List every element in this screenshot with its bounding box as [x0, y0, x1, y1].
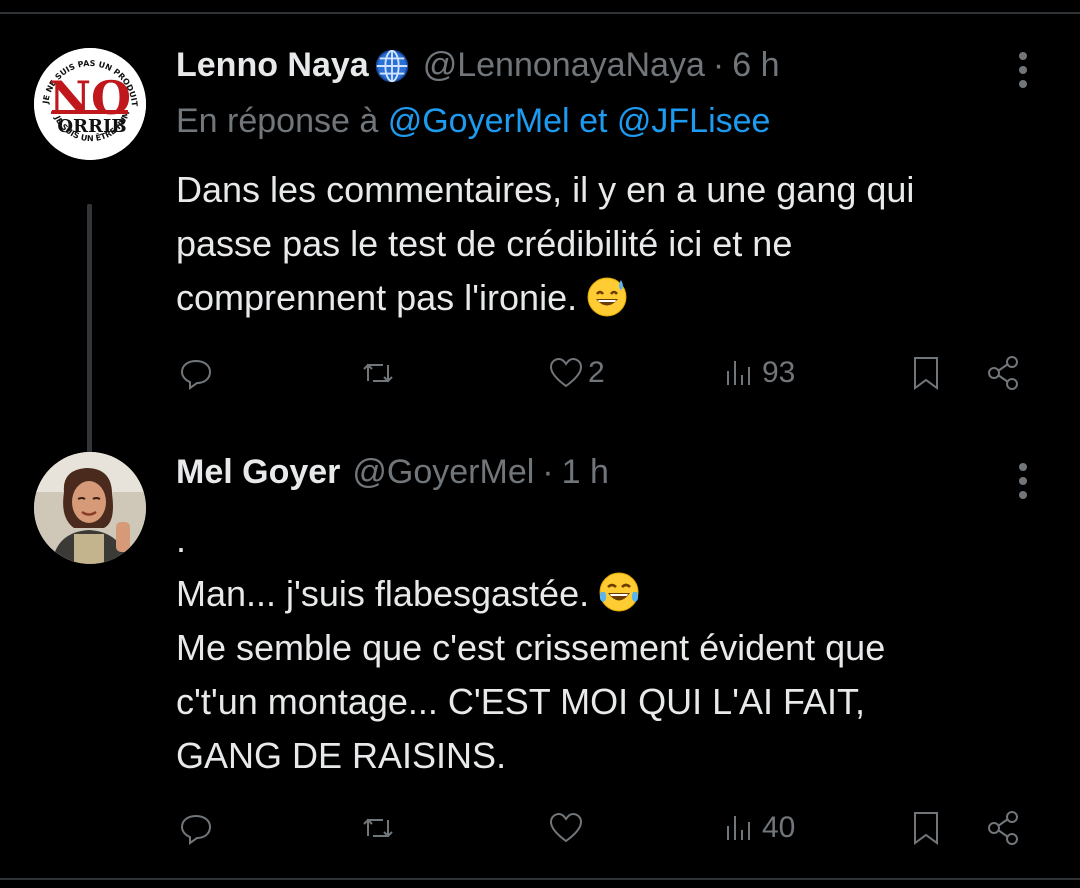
thread-connector	[87, 204, 92, 480]
share-icon	[988, 811, 1018, 845]
reply-prefix: En réponse à	[176, 102, 379, 140]
retweet-button[interactable]	[358, 348, 398, 398]
bookmark-button[interactable]	[906, 803, 946, 853]
views-count: 40	[762, 811, 796, 844]
reply-user-link[interactable]: @GoyerMel	[388, 102, 570, 140]
retweet-icon	[363, 818, 393, 838]
analytics-icon	[727, 361, 750, 385]
bookmark-icon	[914, 812, 938, 845]
share-icon	[988, 356, 1018, 390]
analytics-icon	[727, 816, 750, 840]
retweet-button[interactable]	[358, 803, 398, 853]
avatar-sub-text: ORRIB	[57, 116, 126, 137]
retweet-icon	[363, 363, 393, 383]
tweet-header: Mel Goyer @GoyerMel · 1 h	[176, 453, 609, 492]
like-count: 2	[588, 356, 605, 389]
user-handle[interactable]: @GoyerMel	[352, 453, 534, 492]
tweet-text: . Man... j'suis flabesgastée. Me semble …	[176, 513, 1056, 783]
avatar[interactable]: JE NE SUIS PAS UN PRODUIT JE SUIS UN ÊTR…	[34, 48, 146, 160]
more-options-icon[interactable]	[1010, 457, 1036, 499]
timestamp[interactable]: 1 h	[562, 453, 609, 492]
bookmark-icon	[914, 357, 938, 390]
bookmark-button[interactable]	[906, 348, 946, 398]
separator-dot: ·	[542, 453, 554, 491]
user-handle[interactable]: @LennonayaNaya	[423, 46, 705, 85]
heart-icon	[549, 812, 583, 843]
profile-photo-icon	[34, 452, 146, 564]
reply-user-link[interactable]: @JFLisee	[617, 102, 771, 140]
views-count: 93	[762, 356, 796, 389]
tweet-text: Dans les commentaires, il y en a une gan…	[176, 163, 1056, 325]
sweat-smile-emoji-icon	[587, 277, 627, 317]
globe-emoji-icon	[375, 49, 408, 82]
display-name[interactable]: Mel Goyer	[176, 453, 340, 492]
tweet-lenno[interactable]: JE NE SUIS PAS UN PRODUIT JE SUIS UN ÊTR…	[0, 40, 1080, 480]
share-button[interactable]	[984, 803, 1024, 853]
tweet-mel[interactable]: Mel Goyer @GoyerMel · 1 h . Man... j'sui…	[0, 447, 1080, 872]
avatar[interactable]	[34, 452, 146, 564]
reply-button[interactable]	[176, 803, 216, 853]
tweet-text-content: Dans les commentaires, il y en a une gan…	[176, 169, 915, 318]
reply-context: En réponse à @GoyerMel et @JFLisee	[176, 102, 770, 141]
views-button[interactable]: 93	[720, 348, 795, 398]
top-divider	[0, 12, 1080, 14]
display-name[interactable]: Lenno Naya	[176, 46, 369, 85]
views-button[interactable]: 40	[720, 803, 795, 853]
like-button[interactable]	[546, 803, 586, 853]
tweet-text-content: . Man... j'suis flabesgastée.	[176, 519, 590, 614]
tweet-text-continued: Me semble que c'est crissement évident q…	[176, 627, 886, 776]
like-button[interactable]: 2	[546, 348, 605, 398]
no-orrib-logo-icon: JE NE SUIS PAS UN PRODUIT JE SUIS UN ÊTR…	[34, 48, 146, 160]
tweet-actions: 2 93	[176, 348, 1036, 398]
separator-dot: ·	[712, 46, 725, 84]
reply-icon	[180, 359, 212, 390]
tweet-header: Lenno Naya @LennonayaNaya · 6 h	[176, 46, 779, 85]
reply-conjunction: et	[579, 102, 608, 140]
more-options-icon[interactable]	[1010, 50, 1036, 90]
tweet-actions: 40	[176, 803, 1036, 853]
share-button[interactable]	[984, 348, 1024, 398]
heart-icon	[549, 357, 583, 388]
reply-icon	[180, 814, 212, 845]
bottom-divider	[0, 878, 1080, 880]
reply-button[interactable]	[176, 348, 216, 398]
timestamp[interactable]: 6 h	[732, 46, 779, 85]
tears-of-joy-emoji-icon	[599, 572, 639, 612]
